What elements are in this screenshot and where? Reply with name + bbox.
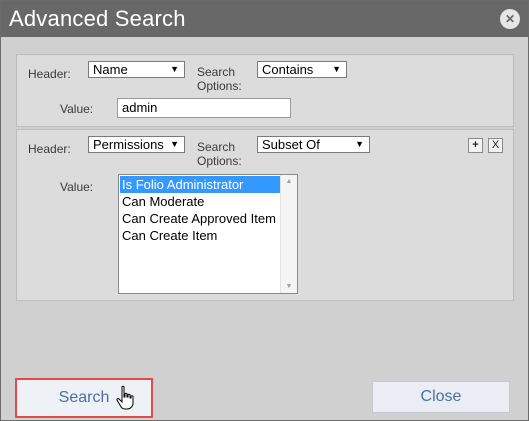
list-option[interactable]: Can Create Item (120, 227, 217, 244)
search-button-label: Search (58, 389, 110, 406)
list-option-selected[interactable]: Is Folio Administrator (120, 176, 282, 193)
search-options-label: Search Options: (197, 65, 242, 93)
dropdown-arrow-icon: ▼ (170, 139, 179, 149)
plus-icon: + (472, 139, 479, 151)
hand-cursor-icon (116, 385, 134, 410)
advanced-search-dialog: Advanced Search ✕ Header: Name ▼ Search … (0, 0, 529, 421)
x-icon: X (491, 139, 500, 151)
header-label: Header: (28, 142, 71, 156)
add-criterion-button[interactable]: + (468, 138, 483, 153)
criterion-panel-1: Header: Name ▼ Search Options: Contains … (16, 54, 514, 127)
dropdown-arrow-icon: ▼ (332, 64, 341, 74)
scroll-up-icon[interactable]: ▲ (281, 178, 297, 185)
header-select-value: Permissions (93, 137, 164, 152)
list-option[interactable]: Can Create Approved Item (120, 210, 276, 227)
header-label: Header: (28, 67, 71, 81)
list-option[interactable]: Can Moderate (120, 193, 204, 210)
listbox-scrollbar[interactable]: ▲ ▼ (280, 175, 297, 293)
search-options-select[interactable]: Subset Of ▼ (257, 136, 370, 153)
header-select[interactable]: Name ▼ (88, 61, 185, 78)
close-icon[interactable]: ✕ (500, 9, 520, 29)
search-options-value: Contains (262, 62, 314, 77)
criterion-panel-2: Header: Permissions ▼ Search Options: Su… (16, 129, 514, 301)
search-options-value: Subset Of (262, 137, 320, 152)
scroll-down-icon[interactable]: ▼ (281, 283, 297, 290)
search-options-label: Search Options: (197, 140, 242, 168)
value-label: Value: (60, 180, 94, 194)
dialog-title: Advanced Search (9, 6, 186, 31)
title-bar: Advanced Search ✕ (1, 1, 528, 37)
search-options-select[interactable]: Contains ▼ (257, 61, 347, 78)
value-label: Value: (60, 102, 94, 116)
header-select-value: Name (93, 62, 128, 77)
remove-criterion-button[interactable]: X (488, 138, 503, 153)
header-select[interactable]: Permissions ▼ (88, 136, 185, 153)
dropdown-arrow-icon: ▼ (355, 139, 364, 149)
close-button[interactable]: Close (372, 381, 510, 413)
value-input[interactable]: admin (117, 98, 291, 118)
value-listbox[interactable]: Is Folio Administrator Can Moderate Can … (118, 174, 298, 294)
close-button-label: Close (420, 388, 462, 405)
dropdown-arrow-icon: ▼ (170, 64, 179, 74)
